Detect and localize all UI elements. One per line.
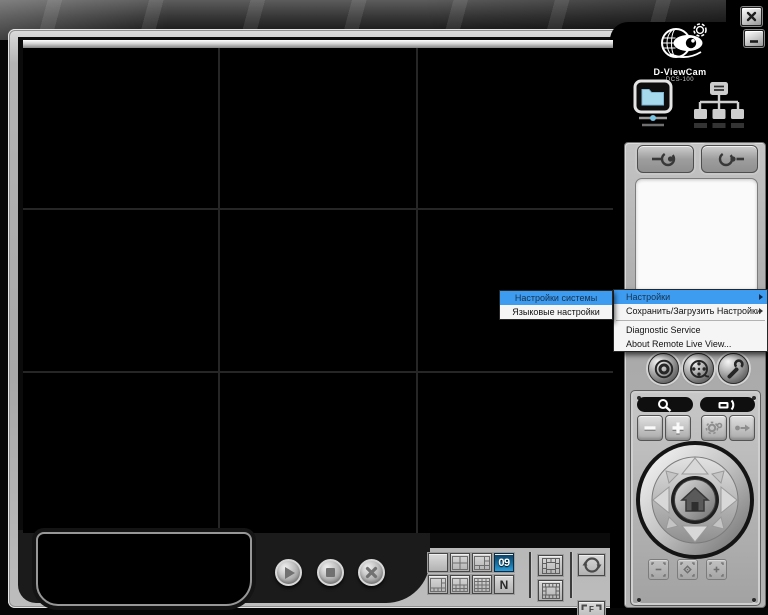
submenu-arrow-icon	[759, 294, 763, 300]
separator	[529, 552, 531, 598]
sequence-icon	[580, 555, 604, 575]
context-menu: Настройки Сохранить/Загрузить Настройки …	[613, 289, 768, 352]
minus-icon	[641, 419, 659, 437]
layout-8-button[interactable]	[428, 575, 448, 594]
live-view-button[interactable]	[648, 353, 679, 384]
video-cell[interactable]	[220, 48, 415, 208]
submenu-item-language-settings[interactable]: Языковые настройки	[500, 305, 612, 319]
close-all-icon	[365, 566, 378, 579]
play-icon	[285, 567, 295, 579]
minimize-icon	[748, 33, 760, 44]
brand-name: D-ViewCam	[628, 67, 732, 77]
sequence-button[interactable]	[578, 554, 605, 576]
stop-icon	[326, 568, 335, 577]
focus-section-header	[700, 397, 755, 412]
layout-n-button[interactable]: N	[494, 575, 514, 594]
fullscreen-letter: F	[579, 605, 604, 614]
setup-wrench-icon	[723, 358, 745, 380]
layout-6-button[interactable]	[472, 553, 492, 572]
video-cell[interactable]	[220, 210, 415, 370]
video-cell[interactable]	[23, 373, 218, 533]
layout-4-icon	[452, 556, 468, 570]
zoom-magnifier-icon	[656, 398, 674, 412]
live-view-icon	[653, 358, 675, 380]
video-cell[interactable]	[220, 373, 415, 533]
layout-1p12-icon	[542, 558, 560, 574]
preset-plus-icon	[708, 561, 725, 578]
preset-go-button[interactable]	[677, 559, 698, 580]
status-display	[36, 532, 252, 606]
layout-8-icon	[430, 578, 446, 592]
menu-item-diagnostic-service[interactable]: Diagnostic Service	[614, 323, 767, 337]
menu-item-settings[interactable]: Настройки	[614, 290, 767, 304]
menu-item-about[interactable]: About Remote Live View...	[614, 337, 767, 351]
remote-live-view-window: 09 N	[0, 0, 768, 615]
network-tree-icon	[690, 80, 746, 130]
ptz-wheel[interactable]	[633, 438, 757, 567]
settings-submenu: Настройки системы Языковые настройки	[499, 290, 613, 320]
connect-button[interactable]	[637, 145, 694, 173]
menu-separator	[616, 320, 765, 321]
close-button[interactable]	[741, 7, 762, 26]
layout-16-icon	[474, 578, 490, 592]
dviewcam-logo-icon	[628, 22, 732, 62]
focus-far-icon	[731, 417, 753, 439]
video-top-highlight	[23, 40, 613, 48]
layout-6-icon	[474, 556, 490, 570]
menu-item-save-load-settings[interactable]: Сохранить/Загрузить Настройки	[614, 304, 767, 318]
connect-icon	[649, 150, 683, 168]
screw-icon	[637, 598, 641, 602]
close-all-button[interactable]	[358, 559, 385, 586]
layout-4-button[interactable]	[450, 553, 470, 572]
layout-1-button[interactable]	[428, 553, 448, 572]
zoom-section-header	[637, 397, 693, 412]
layout-10-button[interactable]	[450, 575, 470, 594]
playback-reel-icon	[688, 358, 710, 380]
preset-goto-icon	[679, 561, 696, 578]
preset-add-button[interactable]	[706, 559, 727, 580]
focus-icon	[717, 398, 739, 412]
auto-focus-icon	[703, 417, 725, 439]
preset-minus-icon	[650, 561, 667, 578]
close-icon	[746, 11, 757, 22]
layout-16-button[interactable]	[472, 575, 492, 594]
app-logo: D-ViewCam DCS-100	[628, 22, 732, 83]
site-tree-button[interactable]	[690, 80, 746, 135]
record-folder-icon	[630, 78, 676, 130]
video-cell[interactable]	[418, 373, 613, 533]
plus-icon	[669, 419, 687, 437]
layout-9-button-selected[interactable]: 09	[494, 553, 514, 572]
minimize-button[interactable]	[744, 30, 764, 47]
layout-1p16-button[interactable]	[538, 580, 563, 601]
local-record-button[interactable]	[630, 78, 676, 135]
layout-10-icon	[452, 578, 468, 592]
playback-button[interactable]	[683, 353, 714, 384]
layout-1p16-icon	[542, 583, 560, 599]
setup-button[interactable]	[718, 353, 749, 384]
fullscreen-button[interactable]: F	[578, 601, 605, 615]
video-cell[interactable]	[23, 210, 218, 370]
video-cell[interactable]	[23, 48, 218, 208]
preset-remove-button[interactable]	[648, 559, 669, 580]
disconnect-button[interactable]	[701, 145, 758, 173]
play-button[interactable]	[275, 559, 302, 586]
video-cell[interactable]	[418, 48, 613, 208]
submenu-item-system-settings[interactable]: Настройки системы	[500, 291, 612, 305]
layout-1p12-button[interactable]	[538, 555, 563, 576]
stop-button[interactable]	[317, 559, 344, 586]
screw-icon	[752, 598, 756, 602]
separator	[570, 552, 572, 598]
submenu-arrow-icon	[759, 308, 763, 314]
disconnect-icon	[713, 150, 747, 168]
